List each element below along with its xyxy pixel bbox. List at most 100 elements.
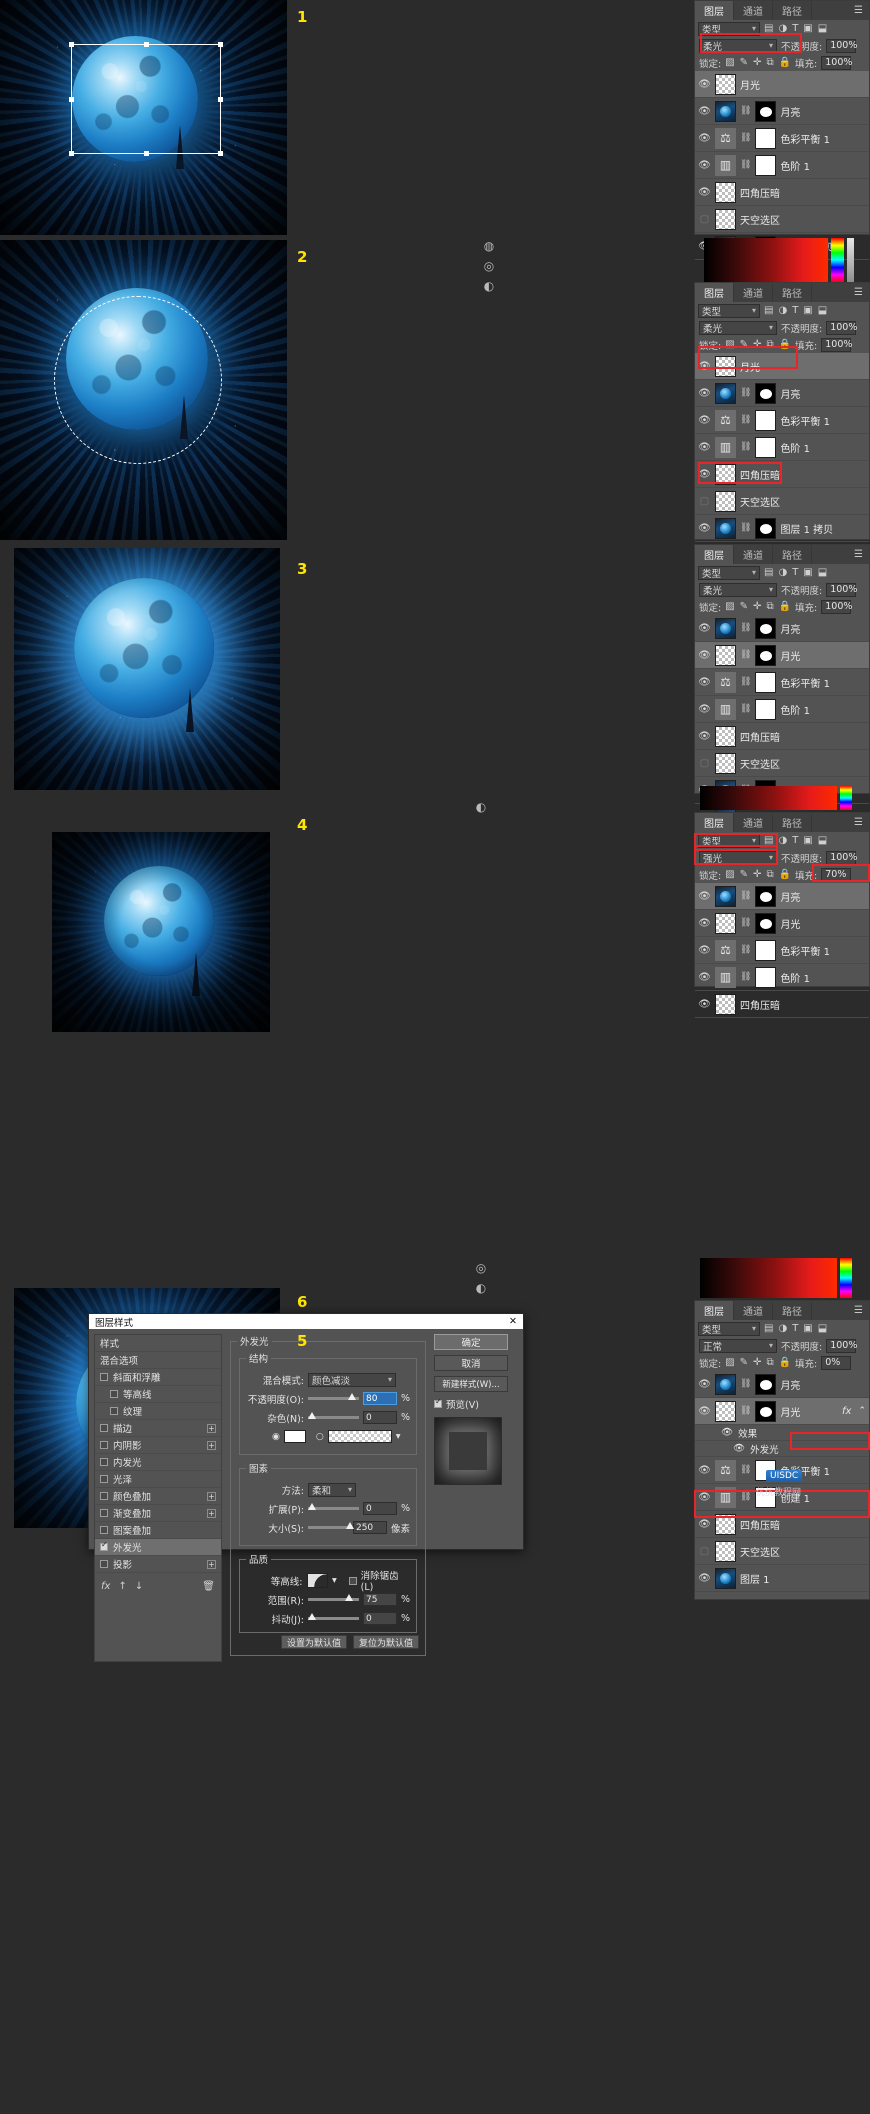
lock-artboard-icon[interactable]: ⧉ bbox=[766, 339, 773, 350]
filter-icons[interactable]: ▤ ◑ T ▣ ⬓ bbox=[764, 23, 827, 34]
table-row[interactable]: 👁 ▥ ⛓ 色阶 1 bbox=[695, 696, 869, 723]
layer-mask-thumbnail[interactable] bbox=[755, 155, 776, 176]
layer-thumbnail[interactable] bbox=[715, 1374, 736, 1395]
dialog-actions[interactable]: 确定 取消 新建样式(W)... 预览(V) bbox=[434, 1334, 518, 1662]
fill-value[interactable]: 70% bbox=[821, 868, 851, 882]
layers-panel-4[interactable]: 图层 通道 路径 ☰ 类型 ▾ ▤ ◑ T ▣ ⬓ 强光 ▾ 不透明度: 100… bbox=[694, 812, 870, 987]
style-item-inner-shadow[interactable]: 内阴影 + bbox=[95, 1437, 221, 1454]
panel-6-tabs[interactable]: 图层 通道 路径 ☰ bbox=[695, 1301, 869, 1320]
smart-filter-icon[interactable]: ⬓ bbox=[818, 567, 827, 578]
smart-filter-icon[interactable]: ⬓ bbox=[818, 835, 827, 846]
eye-icon[interactable]: 👁 bbox=[698, 972, 711, 983]
table-row[interactable]: 👁 ⚖ ⛓ 色彩平衡 1 bbox=[695, 125, 869, 152]
tab-layers[interactable]: 图层 bbox=[695, 1301, 734, 1320]
link-icon[interactable]: ⛓ bbox=[740, 677, 751, 687]
adjustment-filter-icon[interactable]: ◑ bbox=[778, 1323, 787, 1334]
image-filter-icon[interactable]: ▤ bbox=[764, 835, 773, 846]
adjustment-icon[interactable]: ⚖ bbox=[715, 940, 736, 961]
table-row[interactable]: 👁 ⛓ 月亮 bbox=[695, 98, 869, 125]
image-filter-icon[interactable]: ▤ bbox=[764, 23, 773, 34]
close-icon[interactable]: ✕ bbox=[509, 1316, 517, 1327]
type-filter-icon[interactable]: T bbox=[792, 23, 798, 34]
table-row[interactable]: 👁 四角压暗 bbox=[695, 991, 869, 1018]
eye-icon[interactable]: 👁 bbox=[733, 1443, 745, 1454]
style-item-texture[interactable]: 纹理 bbox=[95, 1403, 221, 1420]
layer-thumbnail[interactable] bbox=[715, 491, 736, 512]
eye-icon[interactable]: 👁 bbox=[721, 1427, 733, 1438]
eye-icon[interactable]: 👁 bbox=[698, 891, 711, 902]
layer-mask-thumbnail[interactable] bbox=[755, 940, 776, 961]
link-icon[interactable]: ⛓ bbox=[740, 704, 751, 714]
checkbox[interactable] bbox=[100, 1526, 108, 1534]
filter-row-3[interactable]: 类型 ▾ ▤ ◑ T ▣ ⬓ bbox=[695, 564, 869, 581]
eye-icon[interactable]: 👁 bbox=[698, 133, 711, 144]
type-filter-icon[interactable]: T bbox=[792, 567, 798, 578]
eye-icon-hidden[interactable]: ▢ bbox=[698, 214, 711, 225]
eye-icon-hidden[interactable]: ▢ bbox=[698, 496, 711, 507]
type-filter-icon[interactable]: T bbox=[792, 835, 798, 846]
blend-row-4[interactable]: 强光 ▾ 不透明度: 100% bbox=[695, 849, 869, 866]
trash-icon[interactable]: 🗑 bbox=[202, 1581, 215, 1592]
opacity-input[interactable]: 80 bbox=[363, 1392, 397, 1405]
glow-fill-row[interactable]: ◉ ○ ▾ bbox=[246, 1429, 410, 1444]
range-row[interactable]: 范围(R): 75 % bbox=[246, 1592, 410, 1607]
eye-icon-hidden[interactable]: ▢ bbox=[698, 758, 711, 769]
add-effect-icon[interactable]: + bbox=[207, 1441, 216, 1450]
layer-thumbnail[interactable] bbox=[715, 1541, 736, 1562]
panel-menu-icon[interactable]: ☰ bbox=[848, 1, 869, 20]
lock-row-3[interactable]: 锁定: ▨ ✎ ✛ ⧉ 🔒 填充: 100% bbox=[695, 598, 869, 615]
checkbox-checked[interactable] bbox=[100, 1543, 108, 1551]
tab-paths[interactable]: 路径 bbox=[773, 1, 812, 20]
eye-icon[interactable]: 👁 bbox=[698, 1379, 711, 1390]
filter-icons[interactable]: ▤ ◑ T ▣ ⬓ bbox=[764, 1323, 827, 1334]
add-effect-icon[interactable]: + bbox=[207, 1560, 216, 1569]
eye-icon[interactable]: 👁 bbox=[698, 187, 711, 198]
tab-paths[interactable]: 路径 bbox=[773, 813, 812, 832]
fill-value[interactable]: 100% bbox=[821, 56, 851, 70]
adjustment-icon[interactable]: ▥ bbox=[715, 1487, 736, 1508]
adjustment-icon[interactable]: ⚖ bbox=[715, 1460, 736, 1481]
style-item-drop-shadow[interactable]: 投影 + bbox=[95, 1556, 221, 1573]
layer-thumbnail[interactable] bbox=[715, 101, 736, 122]
glow-gradient-swatch[interactable] bbox=[328, 1430, 392, 1443]
expand-fx-icon[interactable]: ⌃ bbox=[858, 1406, 869, 1416]
blend-row-6[interactable]: 正常 ▾ 不透明度: 100% bbox=[695, 1337, 869, 1354]
eye-icon[interactable]: 👁 bbox=[698, 1573, 711, 1584]
jitter-row[interactable]: 抖动(J): 0 % bbox=[246, 1611, 410, 1626]
table-row[interactable]: 👁 ⚖ ⛓ 色彩平衡 1 bbox=[695, 669, 869, 696]
table-row[interactable]: 👁 四角压暗 bbox=[695, 461, 869, 488]
lock-transparency-icon[interactable]: ▨ bbox=[725, 869, 734, 880]
link-icon[interactable]: ⛓ bbox=[740, 891, 751, 901]
eye-icon[interactable]: 👁 bbox=[698, 999, 711, 1010]
lock-image-icon[interactable]: ✎ bbox=[740, 1357, 748, 1368]
layer-thumbnail[interactable] bbox=[715, 1514, 736, 1535]
eye-icon[interactable]: 👁 bbox=[698, 415, 711, 426]
adjustment-icon[interactable]: ⚖ bbox=[715, 672, 736, 693]
link-icon[interactable]: ⛓ bbox=[740, 160, 751, 170]
table-row[interactable]: ▢ 天空选区 bbox=[695, 206, 869, 233]
size-input[interactable]: 250 bbox=[353, 1521, 387, 1534]
panel-menu-icon[interactable]: ☰ bbox=[848, 1301, 869, 1320]
layer-thumbnail[interactable] bbox=[715, 518, 736, 539]
table-row[interactable]: ▢ 天空选区 bbox=[695, 1538, 869, 1565]
style-item-pattern-overlay[interactable]: 图案叠加 bbox=[95, 1522, 221, 1539]
table-row[interactable]: 👁 四角压暗 bbox=[695, 723, 869, 750]
layers-panel-2[interactable]: 图层 通道 路径 ☰ 类型 ▾ ▤ ◑ T ▣ ⬓ 柔光 ▾ 不透明度: 100… bbox=[694, 282, 870, 540]
table-row[interactable]: 👁 月光 bbox=[695, 353, 869, 380]
adjustment-icon[interactable]: ▥ bbox=[715, 967, 736, 988]
layer-mask-thumbnail[interactable] bbox=[755, 672, 776, 693]
spread-slider[interactable] bbox=[308, 1507, 359, 1510]
layer-mask-thumbnail[interactable] bbox=[755, 699, 776, 720]
table-row[interactable]: 👁 ▥ ⛓ 色阶 1 bbox=[695, 434, 869, 461]
lock-position-icon[interactable]: ✛ bbox=[753, 339, 761, 350]
checkbox[interactable] bbox=[100, 1492, 108, 1500]
blend-row-1[interactable]: 柔光 ▾ 不透明度: 100% bbox=[695, 37, 869, 54]
range-slider[interactable] bbox=[308, 1598, 359, 1601]
opacity-value[interactable]: 100% bbox=[826, 1339, 856, 1353]
layer-thumbnail[interactable] bbox=[715, 74, 736, 95]
tab-layers[interactable]: 图层 bbox=[695, 1, 734, 20]
link-icon[interactable]: ⛓ bbox=[740, 523, 751, 533]
fill-value[interactable]: 100% bbox=[821, 338, 851, 352]
table-row[interactable]: 👁 ⚖ ⛓ 色彩平衡 1 bbox=[695, 407, 869, 434]
lock-row-1[interactable]: 锁定: ▨ ✎ ✛ ⧉ 🔒 填充: 100% bbox=[695, 54, 869, 71]
